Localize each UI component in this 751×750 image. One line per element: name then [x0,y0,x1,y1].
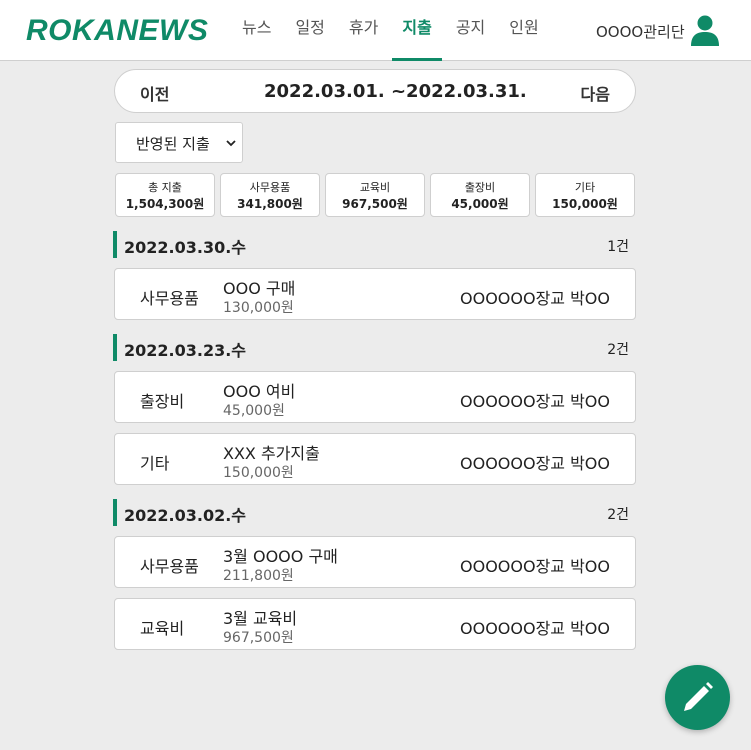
summary-label: 기타 [574,181,596,194]
expense-amount: 45,000원 [223,403,285,419]
summary-amount: 150,000원 [552,197,618,211]
date-accent-bar [113,231,117,258]
summary-amount: 45,000원 [451,197,509,211]
summary-card-other[interactable]: 기타 150,000원 [535,173,635,217]
user-name[interactable]: OOOO관리단 [596,21,685,42]
expense-amount: 211,800원 [223,568,294,584]
chevron-down-icon [226,140,236,147]
nav-item-news[interactable]: 뉴스 [231,0,281,61]
summary-card-total[interactable]: 총 지출 1,504,300원 [115,173,215,217]
date-accent-bar [113,499,117,526]
app-header: ROKANEWS 뉴스 일정 휴가 지출 공지 인원 OOOO관리단 [0,0,751,61]
nav-item-vacation[interactable]: 휴가 [339,0,388,61]
expense-category: 기타 [140,454,170,473]
date-accent-bar [113,334,117,361]
date-count: 2건 [607,507,629,523]
expense-category: 사무용품 [140,557,199,576]
date-label: 2022.03.23.수 [124,341,247,360]
next-period-button[interactable]: 다음 [581,81,610,105]
summary-label: 총 지출 [148,181,182,194]
summary-label: 출장비 [464,181,496,194]
expense-amount: 130,000원 [223,300,294,316]
main-nav: 뉴스 일정 휴가 지출 공지 인원 [231,0,553,61]
user-avatar-icon[interactable] [689,14,721,46]
summary-card-office-supplies[interactable]: 사무용품 341,800원 [220,173,320,217]
expense-item[interactable]: 사무용품 OOO 구매 130,000원 OOOOOO장교 박OO [114,268,636,320]
date-group-header: 2022.03.30.수 1건 [113,231,629,258]
expense-category: 사무용품 [140,289,199,308]
expense-amount: 967,500원 [223,630,294,646]
expense-person: OOOOOO장교 박OO [460,289,610,308]
period-navigator: 이전 2022.03.01. ~2022.03.31. 다음 [114,69,636,113]
expense-filter-select[interactable]: 반영된 지출 [115,122,243,163]
summary-card-travel[interactable]: 출장비 45,000원 [430,173,530,217]
summary-amount: 967,500원 [342,197,408,211]
summary-label: 사무용품 [249,181,291,194]
expense-title: 3월 OOOO 구매 [223,547,338,566]
expense-item[interactable]: 기타 XXX 추가지출 150,000원 OOOOOO장교 박OO [114,433,636,485]
summary-card-education[interactable]: 교육비 967,500원 [325,173,425,217]
summary-amount: 341,800원 [237,197,303,211]
date-label: 2022.03.02.수 [124,506,247,525]
expense-category: 교육비 [140,619,185,638]
expense-category: 출장비 [140,392,185,411]
expense-person: OOOOOO장교 박OO [460,392,610,411]
nav-item-schedule[interactable]: 일정 [285,0,334,61]
nav-item-notice[interactable]: 공지 [446,0,495,61]
logo[interactable]: ROKANEWS [26,14,208,48]
pencil-icon [684,682,713,711]
expense-title: OOO 구매 [223,279,296,298]
expense-item[interactable]: 교육비 3월 교육비 967,500원 OOOOOO장교 박OO [114,598,636,650]
date-group-header: 2022.03.23.수 2건 [113,334,629,361]
expense-title: OOO 여비 [223,382,296,401]
prev-period-button[interactable]: 이전 [140,81,169,105]
summary-label: 교육비 [359,181,391,194]
nav-item-expense[interactable]: 지출 [392,0,443,61]
expense-person: OOOOOO장교 박OO [460,454,610,473]
date-group-header: 2022.03.02.수 2건 [113,499,629,526]
add-expense-button[interactable] [665,665,730,730]
date-count: 2건 [607,342,629,358]
date-label: 2022.03.30.수 [124,238,247,257]
period-range: 2022.03.01. ~2022.03.31. [264,81,527,102]
expense-person: OOOOOO장교 박OO [460,619,610,638]
expense-title: 3월 교육비 [223,609,298,628]
expense-title: XXX 추가지출 [223,444,320,463]
filter-selected-value: 반영된 지출 [136,135,210,153]
date-count: 1건 [607,239,629,255]
expense-amount: 150,000원 [223,465,294,481]
expense-item[interactable]: 출장비 OOO 여비 45,000원 OOOOOO장교 박OO [114,371,636,423]
expense-person: OOOOOO장교 박OO [460,557,610,576]
expense-item[interactable]: 사무용품 3월 OOOO 구매 211,800원 OOOOOO장교 박OO [114,536,636,588]
nav-item-members[interactable]: 인원 [499,0,548,61]
summary-amount: 1,504,300원 [125,197,205,211]
